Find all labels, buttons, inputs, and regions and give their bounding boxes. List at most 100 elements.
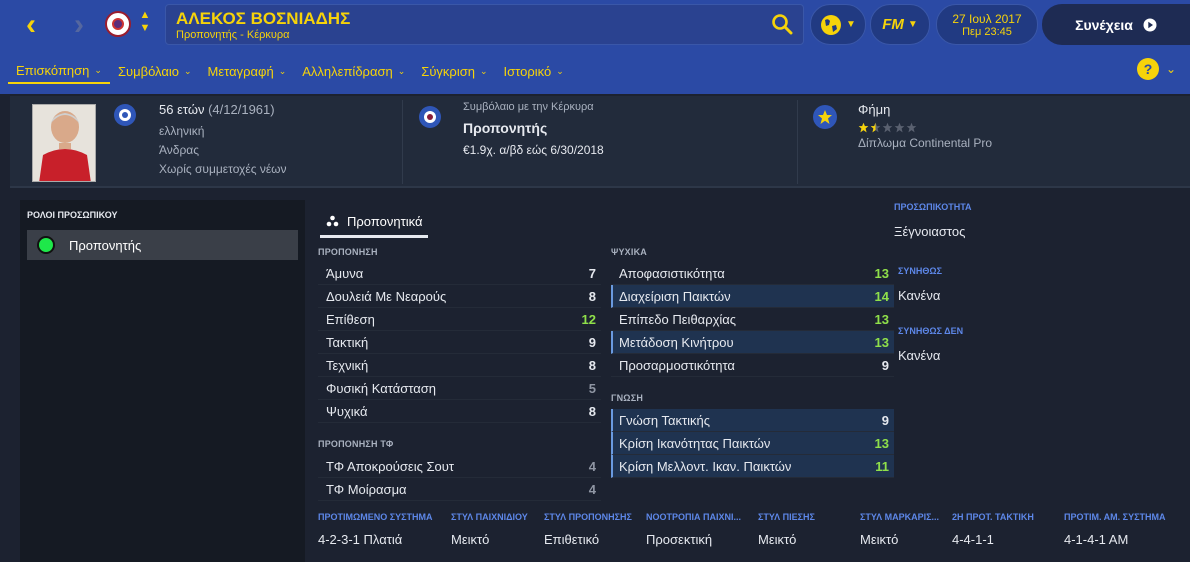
tab-transfer[interactable]: Μεταγραφή ⌄ [200, 58, 295, 84]
attribute-label: Φυσική Κατάσταση [326, 380, 436, 396]
attribute-row[interactable]: Άμυνα 7 [318, 262, 601, 285]
star-icon [870, 122, 881, 133]
attribute-value: 9 [881, 357, 889, 373]
attribute-row[interactable]: Ψυχικά 8 [318, 400, 601, 423]
star-icon [894, 122, 905, 133]
divider [402, 100, 403, 184]
attribute-label: Επίθεση [326, 311, 375, 327]
attribute-row[interactable]: ΤΦ Μοίρασμα 4 [318, 478, 601, 501]
coaching-list: Άμυνα 7 Δουλειά Με Νεαρούς 8 Επίθεση 12 Τακτικ… [318, 262, 601, 423]
pref-pressing-value: Μεικτό [758, 532, 797, 547]
attribute-row[interactable]: Τακτική 9 [318, 331, 601, 354]
continue-label: Συνέχεια [1075, 16, 1133, 33]
star-icon [906, 122, 917, 133]
attribute-value: 4 [588, 458, 596, 474]
fm-menu-button[interactable]: FM ▼ [870, 4, 930, 45]
pref-marking-value: Μεικτό [860, 532, 899, 547]
current-date: 27 Ιουλ 2017 [952, 11, 1022, 26]
attribute-row[interactable]: Διαχείριση Παικτών 14 [611, 285, 894, 308]
continue-button[interactable]: Συνέχεια [1042, 4, 1190, 45]
gk-header: ΠΡΟΠΟΝΗΣΗ ΤΦ [318, 439, 394, 449]
attribute-label: Αποφασιστικότητα [619, 265, 725, 281]
personality-header: ΠΡΟΣΩΠΙΚΟΤΗΤΑ [894, 202, 972, 212]
attribute-row[interactable]: Δουλειά Με Νεαρούς 8 [318, 285, 601, 308]
attribute-value: 14 [874, 288, 889, 304]
star-icon [882, 122, 893, 133]
pref-defensive-formation-value: 4-1-4-1 AM [1064, 532, 1129, 547]
nation-badge-icon [114, 104, 136, 126]
attribute-row[interactable]: Επίπεδο Πειθαρχίας 13 [611, 308, 894, 331]
search-icon[interactable] [771, 13, 793, 35]
nationality: ελληνική [159, 124, 205, 138]
attribute-value: 4 [588, 481, 596, 497]
attribute-value: 7 [588, 265, 596, 281]
tab-contract[interactable]: Συμβόλαιο ⌄ [110, 58, 200, 84]
pref-defensive-formation-header: ΠΡΟΤΙΜ. ΑΜ. ΣΥΣΤΗΜΑ [1064, 512, 1166, 522]
pref-playing-style-header: ΣΤΥΛ ΠΑΙΧΝΙΔΙΟΥ [451, 512, 528, 522]
attribute-label: Γνώση Τακτικής [619, 412, 710, 428]
forward-arrow-icon: › [74, 8, 84, 41]
pref-mentality-value: Προσεκτική [646, 532, 713, 547]
pref-marking-header: ΣΤΥΛ ΜΑΡΚΑΡΙΣ... [860, 512, 939, 522]
attribute-row[interactable]: Γνώση Τακτικής 9 [611, 409, 894, 432]
chevron-down-icon: ⌄ [556, 65, 564, 76]
attribute-row[interactable]: Προσαρμοστικότητα 9 [611, 354, 894, 377]
person-subtitle[interactable]: Προπονητής - Κέρκυρα [176, 29, 290, 41]
chevron-down-icon: ▼ [907, 19, 918, 30]
help-icon[interactable]: ? [1137, 58, 1159, 80]
pref-training-style-value: Επιθετικό [544, 532, 600, 547]
current-time: Πεμ 23:45 [962, 25, 1012, 38]
tab-interaction[interactable]: Αλληλεπίδραση ⌄ [294, 58, 413, 84]
chevron-down-icon[interactable]: ⌄ [1166, 62, 1176, 76]
profile-info-bar: 56 ετών (4/12/1961) ελληνική Άνδρας Χωρί… [10, 96, 1190, 188]
attribute-row[interactable]: Κρίση Μελλοντ. Ικαν. Παικτών 11 [611, 455, 894, 478]
chevron-down-icon: ⌄ [397, 65, 406, 76]
role-item[interactable]: Προπονητής [27, 230, 298, 260]
tab-history[interactable]: Ιστορικό ⌄ [496, 58, 572, 84]
likes-header: ΣΥΝΗΘΩΣ [898, 266, 943, 276]
likes-value: Κανένα [898, 288, 941, 303]
attribute-value: 8 [588, 403, 596, 419]
chevron-down-icon: ⌄ [94, 64, 102, 75]
attribute-row[interactable]: Μετάδοση Κινήτρου 13 [611, 331, 894, 354]
forward-button[interactable]: › [64, 10, 94, 40]
gender: Άνδρας [159, 143, 200, 157]
attribute-row[interactable]: Αποφασιστικότητα 13 [611, 262, 894, 285]
attribute-row[interactable]: Επίθεση 12 [318, 308, 601, 331]
gk-list: ΤΦ Αποκρούσεις Σουτ 4 ΤΦ Μοίρασμα 4 [318, 455, 601, 501]
dislikes-value: Κανένα [898, 348, 941, 363]
reputation-star-icon [813, 105, 837, 129]
pref-formation-header: ΠΡΟΤΙΜΩΜΕΝΟ ΣΥΣΤΗΜΑ [318, 512, 433, 522]
contract-label: Συμβόλαιο με την Κέρκυρα [463, 101, 594, 113]
globe-menu-button[interactable]: ▼ [810, 4, 866, 45]
star-icon [858, 122, 869, 133]
contract-role: Προπονητής [463, 120, 548, 136]
attribute-label: Επίπεδο Πειθαρχίας [619, 311, 737, 327]
attribute-label: ΤΦ Μοίρασμα [326, 481, 407, 497]
pref-mentality-header: ΝΟΟΤΡΟΠΙΑ ΠΑΙΧΝΙ... [646, 512, 742, 522]
attribute-value: 12 [581, 311, 596, 327]
club-badge-icon [419, 106, 441, 128]
attribute-row[interactable]: Φυσική Κατάσταση 5 [318, 377, 601, 400]
header-bar: ‹ › ▲ ▼ ΑΛΕΚΟΣ ΒΟΣΝΙΑΔΗΣ Προπονητής - Κέρ… [0, 0, 1190, 94]
tab-compare[interactable]: Σύγκριση ⌄ [413, 58, 495, 84]
tab-overview[interactable]: Επισκόπηση ⌄ [8, 58, 110, 84]
attribute-row[interactable]: Τεχνική 8 [318, 354, 601, 377]
attribute-row[interactable]: ΤΦ Αποκρούσεις Σουτ 4 [318, 455, 601, 478]
tab-coaching-attributes[interactable]: Προπονητικά [320, 208, 428, 238]
pref-formation-value: 4-2-3-1 Πλατιά [318, 532, 403, 547]
knowledge-list: Γνώση Τακτικής 9 Κρίση Ικανότητας Παικτών 1… [611, 409, 894, 478]
person-name: ΑΛΕΚΟΣ ΒΟΣΝΙΑΔΗΣ [176, 9, 351, 28]
back-button[interactable]: ‹ [16, 10, 46, 40]
attribute-label: Τακτική [326, 334, 369, 350]
up-down-icon[interactable]: ▲ ▼ [138, 9, 152, 35]
date-display[interactable]: 27 Ιουλ 2017 Πεμ 23:45 [936, 4, 1038, 45]
attribute-row[interactable]: Κρίση Ικανότητας Παικτών 13 [611, 432, 894, 455]
attribute-value: 9 [588, 334, 596, 350]
youth-apps: Χωρίς συμμετοχές νέων [159, 162, 287, 176]
club-badge-icon[interactable] [105, 11, 131, 37]
fm-logo-icon: FM [882, 16, 904, 33]
attribute-label: Τεχνική [326, 357, 369, 373]
attribute-label: ΤΦ Αποκρούσεις Σουτ [326, 458, 454, 474]
chevron-down-icon: ⌄ [479, 65, 488, 76]
